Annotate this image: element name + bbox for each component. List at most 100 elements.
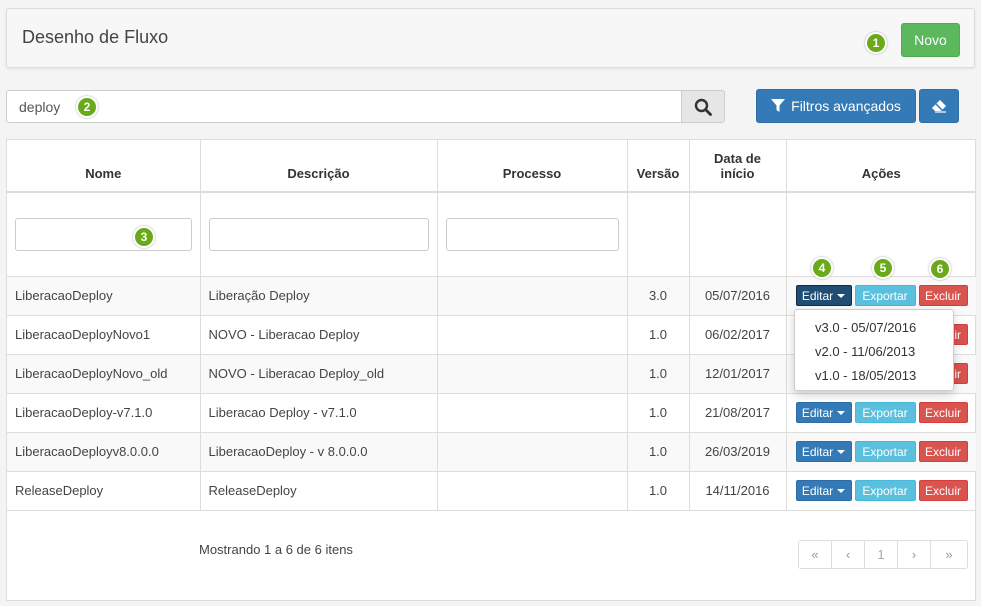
export-button[interactable]: Exportar <box>854 402 916 423</box>
callout-badge-6: 6 <box>929 258 951 280</box>
column-header-versao[interactable]: Versão <box>627 140 690 193</box>
cell-nome: LiberacaoDeploy <box>7 276 201 316</box>
cell-nome: ReleaseDeploy <box>7 471 201 511</box>
column-header-acoes: Ações <box>786 140 976 193</box>
caret-down-icon <box>837 410 846 415</box>
filter-input-nome[interactable] <box>15 217 192 251</box>
pagination-current-page[interactable]: 1 <box>865 541 898 568</box>
cell-versao: 3.0 <box>627 276 690 316</box>
cell-data-inicio: 21/08/2017 <box>689 393 787 433</box>
filter-input-processo[interactable] <box>445 217 619 251</box>
version-option[interactable]: v3.0 - 05/07/2016 <box>795 316 953 340</box>
row-actions: Editar ExportarExcluir <box>795 480 969 501</box>
version-option[interactable]: v2.0 - 11/06/2013 <box>795 340 953 364</box>
cell-versao: 1.0 <box>627 315 690 355</box>
callout-badge-4: 4 <box>811 257 833 279</box>
edit-label: Editar <box>801 483 834 498</box>
eraser-icon <box>932 100 946 113</box>
cell-descricao: Liberação Deploy <box>200 276 438 316</box>
pagination-next-button[interactable]: › <box>898 541 931 568</box>
cell-acoes: Editar ExportarExcluir <box>786 393 976 433</box>
cell-data-inicio: 12/01/2017 <box>689 354 787 394</box>
column-header-data-inicio-line2: início <box>720 166 755 181</box>
filter-input-descricao[interactable] <box>208 217 429 251</box>
filter-cell-data <box>689 192 787 277</box>
version-option[interactable]: v1.0 - 18/05/2013 <box>795 364 953 388</box>
edit-button[interactable]: Editar <box>795 402 852 423</box>
cell-acoes: Editar ExportarExcluir <box>786 471 976 511</box>
column-header-processo[interactable]: Processo <box>437 140 628 193</box>
callout-badge-2: 2 <box>76 96 98 118</box>
row-actions: Editar ExportarExcluir <box>795 402 969 423</box>
cell-data-inicio: 06/02/2017 <box>689 315 787 355</box>
callout-badge-1: 1 <box>865 32 887 54</box>
search-button[interactable] <box>681 90 725 123</box>
filter-cell-processo <box>437 192 628 277</box>
caret-down-icon <box>837 449 846 454</box>
row-actions: Editar ExportarExcluir <box>795 441 969 462</box>
cell-processo <box>437 471 628 511</box>
delete-button[interactable]: Excluir <box>918 285 968 306</box>
search-input[interactable] <box>6 90 682 123</box>
cell-nome: LiberacaoDeployv8.0.0.0 <box>7 432 201 472</box>
table-row: ReleaseDeploy ReleaseDeploy 1.0 14/11/2016 E… <box>7 471 976 511</box>
cell-descricao: LiberacaoDeploy - v 8.0.0.0 <box>200 432 438 472</box>
clear-filters-button[interactable] <box>919 89 959 123</box>
pagination: « ‹ 1 › » <box>798 540 968 569</box>
cell-data-inicio: 26/03/2019 <box>689 432 787 472</box>
column-header-data-inicio-line1: Data de <box>714 151 761 166</box>
filter-cell-versao <box>627 192 690 277</box>
edit-button[interactable]: Editar <box>795 441 852 462</box>
cell-processo <box>437 432 628 472</box>
version-dropdown-menu: v3.0 - 05/07/2016 v2.0 - 11/06/2013 v1.0… <box>794 309 954 391</box>
new-button[interactable]: Novo <box>901 23 960 57</box>
filter-cell-descricao <box>200 192 438 277</box>
advanced-filters-label: Filtros avançados <box>791 98 901 114</box>
cell-nome: LiberacaoDeploy-v7.1.0 <box>7 393 201 433</box>
cell-data-inicio: 05/07/2016 <box>689 276 787 316</box>
cell-nome: LiberacaoDeployNovo_old <box>7 354 201 394</box>
delete-button[interactable]: Excluir <box>918 480 968 501</box>
delete-button[interactable]: Excluir <box>918 441 968 462</box>
column-header-nome[interactable]: Nome <box>7 140 201 193</box>
cell-acoes: Editar ExportarExcluir <box>786 432 976 472</box>
export-button[interactable]: Exportar <box>854 285 916 306</box>
filter-cell-nome <box>7 192 201 277</box>
export-button[interactable]: Exportar <box>854 480 916 501</box>
callout-badge-3: 3 <box>133 226 155 248</box>
edit-label: Editar <box>801 444 834 459</box>
table-row: LiberacaoDeploy-v7.1.0 Liberacao Deploy -… <box>7 393 976 433</box>
cell-descricao: ReleaseDeploy <box>200 471 438 511</box>
pagination-last-button[interactable]: » <box>931 541 967 568</box>
export-button[interactable]: Exportar <box>854 441 916 462</box>
edit-button[interactable]: Editar <box>795 480 852 501</box>
cell-descricao: Liberacao Deploy - v7.1.0 <box>200 393 438 433</box>
advanced-filters-button[interactable]: Filtros avançados <box>756 89 916 123</box>
cell-processo <box>437 276 628 316</box>
delete-button[interactable]: Excluir <box>918 402 968 423</box>
column-header-descricao[interactable]: Descrição <box>200 140 438 193</box>
pagination-prev-button[interactable]: ‹ <box>832 541 865 568</box>
pagination-first-button[interactable]: « <box>799 541 832 568</box>
row-actions: Editar ExportarExcluir <box>795 285 969 306</box>
table-header-row: Nome Descrição Processo Versão Data de i… <box>7 140 976 193</box>
table-row: LiberacaoDeployv8.0.0.0 LiberacaoDeploy -… <box>7 432 976 472</box>
page-header: Desenho de Fluxo Novo <box>6 8 975 68</box>
search-icon <box>694 98 712 116</box>
column-header-data-inicio[interactable]: Data de início <box>689 140 787 193</box>
showing-count-text: Mostrando 1 a 6 de 6 itens <box>199 542 353 557</box>
cell-processo <box>437 315 628 355</box>
cell-versao: 1.0 <box>627 393 690 433</box>
cell-descricao: NOVO - Liberacao Deploy <box>200 315 438 355</box>
filter-icon <box>771 99 786 112</box>
cell-processo <box>437 354 628 394</box>
cell-versao: 1.0 <box>627 471 690 511</box>
cell-nome: LiberacaoDeployNovo1 <box>7 315 201 355</box>
page-title: Desenho de Fluxo <box>22 27 169 47</box>
cell-processo <box>437 393 628 433</box>
edit-label: Editar <box>801 405 834 420</box>
edit-button[interactable]: Editar <box>795 285 852 306</box>
cell-versao: 1.0 <box>627 354 690 394</box>
caret-down-icon <box>837 293 846 298</box>
cell-descricao: NOVO - Liberacao Deploy_old <box>200 354 438 394</box>
